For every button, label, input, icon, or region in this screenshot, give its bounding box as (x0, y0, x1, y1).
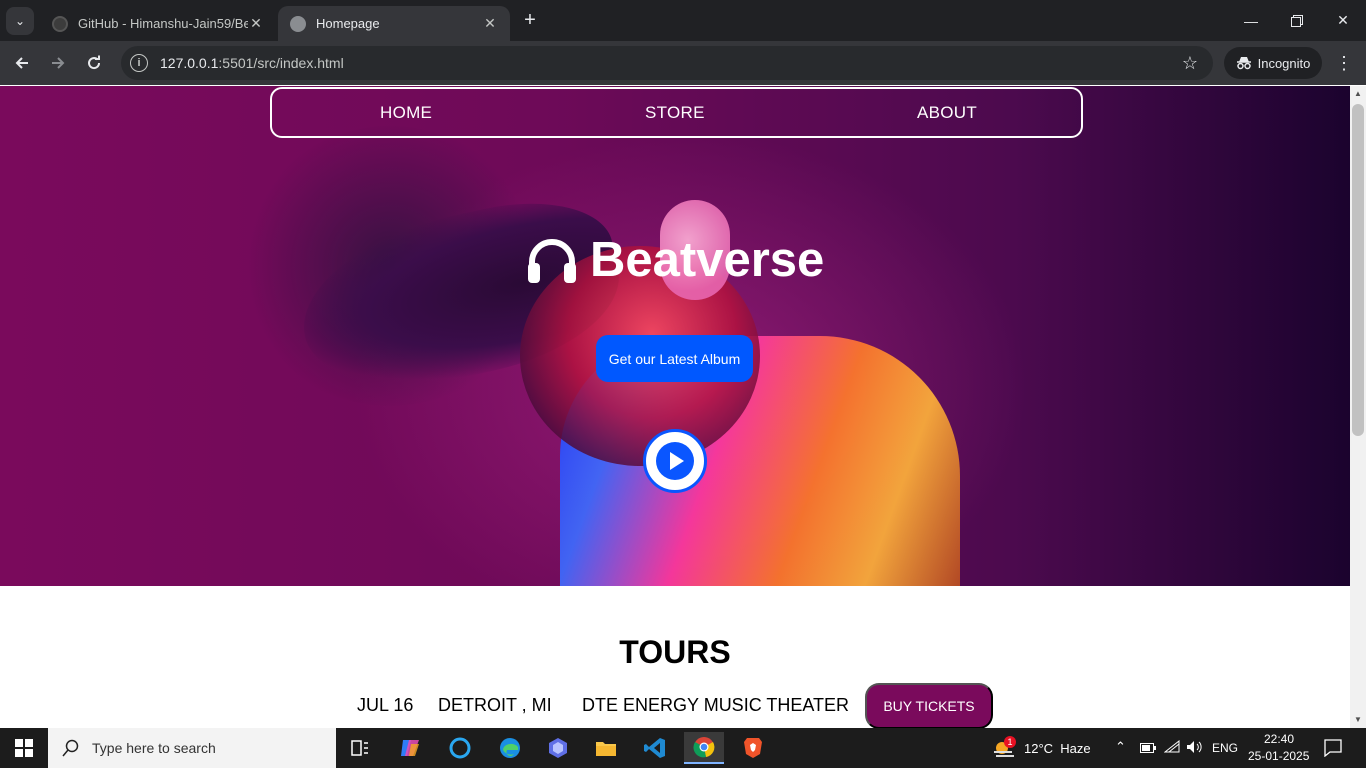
taskbar-search-box[interactable]: Type here to search (48, 728, 336, 768)
arrow-right-icon (52, 57, 65, 69)
site-info-icon[interactable]: i (130, 54, 148, 72)
language-indicator[interactable]: ENG (1212, 741, 1238, 755)
tab-github[interactable]: GitHub - Himanshu-Jain59/Beat ✕ (40, 6, 276, 41)
address-bar[interactable]: i 127.0.0.1:5501/src/index.html ☆ (121, 46, 1213, 80)
tab-search-button[interactable]: ⌄ (6, 7, 34, 35)
reload-icon (88, 55, 101, 70)
task-view-icon[interactable] (340, 732, 380, 764)
close-tab-icon[interactable]: ✕ (248, 15, 264, 32)
vscode-icon[interactable] (635, 732, 675, 764)
nav-home[interactable]: HOME (380, 103, 432, 123)
new-tab-button[interactable]: + (518, 9, 542, 33)
scrollbar-thumb[interactable] (1352, 104, 1364, 436)
clock-date[interactable]: 25-01-2025 (1248, 749, 1309, 763)
copilot-icon[interactable] (390, 732, 430, 764)
restore-icon (1291, 14, 1303, 27)
chrome-icon[interactable] (684, 732, 724, 764)
windows-logo-icon (15, 739, 33, 757)
edge-icon[interactable] (490, 732, 530, 764)
battery-icon[interactable] (1140, 742, 1156, 756)
tab-title: Homepage (316, 16, 380, 31)
forward-button[interactable] (44, 49, 72, 77)
scroll-up-arrow-icon[interactable]: ▲ (1350, 86, 1366, 102)
chevron-up-icon[interactable]: ⌃ (1115, 739, 1126, 755)
hero-section: HOME STORE ABOUT Beatverse Get our Lates… (0, 86, 1350, 586)
clock-time[interactable]: 22:40 (1264, 732, 1294, 746)
scroll-down-arrow-icon[interactable]: ▼ (1350, 712, 1366, 728)
url-text[interactable]: 127.0.0.1:5501/src/index.html (160, 55, 1175, 71)
page-viewport: HOME STORE ABOUT Beatverse Get our Lates… (0, 86, 1350, 728)
tour-city: DETROIT , MI (438, 695, 552, 715)
github-favicon-icon (52, 15, 68, 32)
weather-text[interactable]: 12°C Haze (1024, 741, 1091, 756)
bookmark-star-icon[interactable]: ☆ (1175, 53, 1205, 74)
arrow-left-icon (15, 57, 28, 69)
browser-menu-icon[interactable]: ⋮ (1332, 49, 1356, 77)
copilot-app-icon[interactable] (538, 732, 578, 764)
brave-icon[interactable] (733, 732, 773, 764)
url-path: :5501/src/index.html (218, 55, 344, 71)
browser-tab-strip: ⌄ GitHub - Himanshu-Jain59/Beat ✕ Homepa… (0, 0, 1366, 41)
tab-homepage[interactable]: Homepage ✕ (278, 6, 510, 41)
tour-venue: DTE ENERGY MUSIC THEATER (582, 695, 850, 715)
windows-taskbar: Type here to search 1 12°C Haze ⌃ ENG 22… (0, 728, 1366, 768)
tours-heading: TOURS (619, 634, 731, 670)
volume-icon[interactable] (1186, 740, 1204, 757)
incognito-indicator[interactable]: Incognito (1224, 47, 1322, 79)
browser-toolbar: i 127.0.0.1:5501/src/index.html ☆ Incogn… (0, 41, 1366, 85)
weather-icon[interactable] (988, 732, 1020, 764)
file-explorer-icon[interactable] (586, 732, 626, 764)
start-button[interactable] (0, 728, 48, 768)
brand-title: Beatverse (590, 233, 825, 287)
nav-store[interactable]: STORE (645, 103, 705, 123)
page-scrollbar[interactable]: ▲ ▼ (1350, 86, 1366, 728)
search-placeholder: Type here to search (92, 740, 216, 756)
back-button[interactable] (8, 49, 36, 77)
weather-badge: 1 (1004, 736, 1016, 748)
tab-title: GitHub - Himanshu-Jain59/Beat (78, 16, 248, 31)
buy-tickets-button[interactable]: BUY TICKETS (865, 683, 993, 728)
notifications-icon[interactable] (1324, 739, 1342, 760)
search-icon (62, 739, 79, 757)
headphones-icon (528, 239, 576, 283)
play-icon (656, 442, 694, 480)
globe-favicon-icon (290, 15, 306, 32)
close-window-button[interactable]: ✕ (1320, 0, 1366, 41)
chevron-down-icon: ⌄ (14, 14, 26, 28)
incognito-icon (1236, 57, 1251, 70)
cortana-icon[interactable] (440, 732, 480, 764)
url-host: 127.0.0.1 (160, 55, 219, 71)
nav-about[interactable]: ABOUT (917, 103, 977, 123)
tour-date: JUL 16 (357, 695, 414, 715)
brand-heading: Beatverse (526, 232, 824, 288)
reload-button[interactable] (80, 49, 108, 77)
minimize-button[interactable]: — (1228, 0, 1274, 41)
incognito-label: Incognito (1257, 55, 1311, 71)
latest-album-button[interactable]: Get our Latest Album (596, 335, 753, 382)
tour-row: JUL 16 DETROIT , MI DTE ENERGY MUSIC THE… (0, 683, 1350, 728)
wifi-icon[interactable] (1163, 739, 1180, 757)
close-tab-icon[interactable]: ✕ (482, 15, 498, 32)
main-navbar: HOME STORE ABOUT (270, 87, 1083, 138)
restore-button[interactable] (1274, 0, 1320, 41)
play-button[interactable] (643, 429, 707, 493)
